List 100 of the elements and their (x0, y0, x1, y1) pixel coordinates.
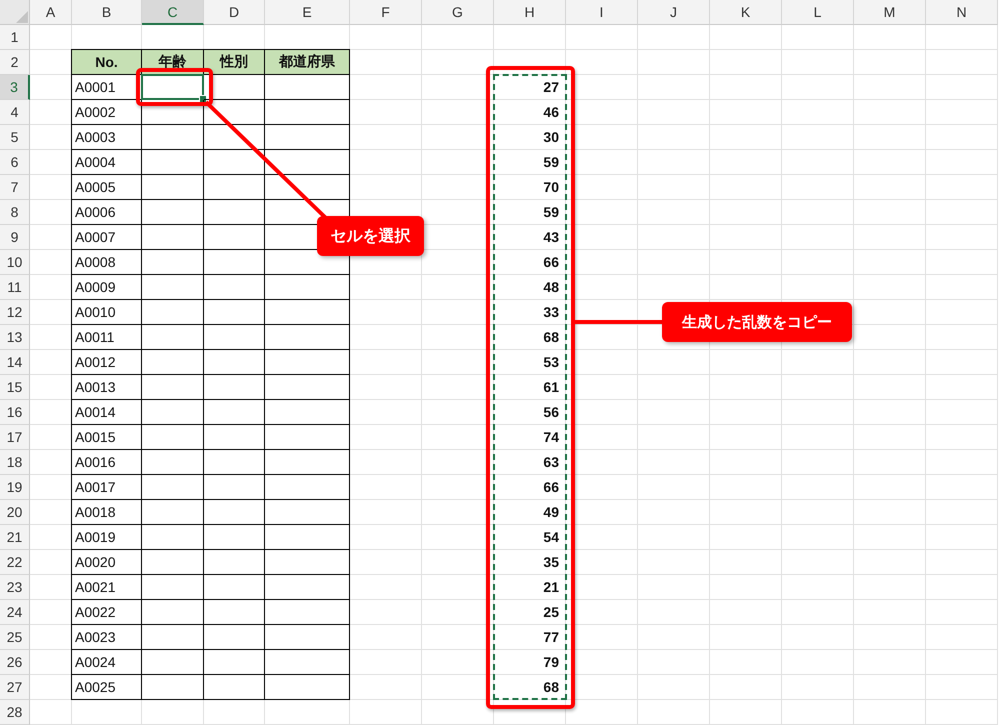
empty-cell[interactable] (142, 575, 204, 600)
empty-cell[interactable] (204, 175, 265, 200)
row-header[interactable]: 23 (0, 575, 30, 600)
row-header[interactable]: 13 (0, 325, 30, 350)
row-header[interactable]: 27 (0, 675, 30, 700)
row-header[interactable]: 8 (0, 200, 30, 225)
empty-cell[interactable] (142, 550, 204, 575)
empty-cell[interactable] (204, 425, 265, 450)
empty-cell[interactable] (142, 475, 204, 500)
column-header[interactable]: N (926, 0, 998, 25)
empty-cell[interactable] (265, 600, 350, 625)
empty-cell[interactable] (142, 225, 204, 250)
empty-cell[interactable] (204, 250, 265, 275)
empty-cell[interactable] (142, 375, 204, 400)
empty-cell[interactable] (204, 375, 265, 400)
row-header[interactable]: 15 (0, 375, 30, 400)
empty-cell[interactable] (204, 325, 265, 350)
column-header[interactable]: H (494, 0, 566, 25)
empty-cell[interactable] (265, 125, 350, 150)
empty-cell[interactable] (204, 525, 265, 550)
column-header[interactable]: D (204, 0, 265, 25)
empty-cell[interactable] (204, 300, 265, 325)
empty-cell[interactable] (204, 150, 265, 175)
empty-cell[interactable] (265, 100, 350, 125)
empty-cell[interactable] (265, 150, 350, 175)
empty-cell[interactable] (142, 600, 204, 625)
empty-cell[interactable] (204, 675, 265, 700)
active-cell[interactable] (142, 75, 204, 100)
column-header[interactable]: C (142, 0, 204, 25)
empty-cell[interactable] (265, 425, 350, 450)
empty-cell[interactable] (204, 125, 265, 150)
column-header[interactable]: L (782, 0, 854, 25)
empty-cell[interactable] (204, 350, 265, 375)
row-header[interactable]: 25 (0, 625, 30, 650)
column-header[interactable]: A (30, 0, 72, 25)
empty-cell[interactable] (265, 575, 350, 600)
column-header[interactable]: E (265, 0, 350, 25)
empty-cell[interactable] (204, 225, 265, 250)
empty-cell[interactable] (142, 525, 204, 550)
column-header[interactable]: I (566, 0, 638, 25)
empty-cell[interactable] (265, 350, 350, 375)
row-header[interactable]: 9 (0, 225, 30, 250)
empty-cell[interactable] (265, 625, 350, 650)
empty-cell[interactable] (265, 325, 350, 350)
empty-cell[interactable] (265, 300, 350, 325)
row-header[interactable]: 28 (0, 700, 30, 725)
row-header[interactable]: 24 (0, 600, 30, 625)
row-header[interactable]: 20 (0, 500, 30, 525)
empty-cell[interactable] (142, 125, 204, 150)
empty-cell[interactable] (204, 450, 265, 475)
empty-cell[interactable] (204, 650, 265, 675)
empty-cell[interactable] (142, 150, 204, 175)
column-header[interactable]: J (638, 0, 710, 25)
empty-cell[interactable] (204, 275, 265, 300)
row-header[interactable]: 14 (0, 350, 30, 375)
empty-cell[interactable] (265, 525, 350, 550)
row-header[interactable]: 6 (0, 150, 30, 175)
empty-cell[interactable] (142, 325, 204, 350)
empty-cell[interactable] (142, 275, 204, 300)
row-header[interactable]: 5 (0, 125, 30, 150)
row-header[interactable]: 18 (0, 450, 30, 475)
empty-cell[interactable] (142, 650, 204, 675)
empty-cell[interactable] (265, 75, 350, 100)
row-header[interactable]: 26 (0, 650, 30, 675)
column-header[interactable]: B (72, 0, 142, 25)
empty-cell[interactable] (142, 425, 204, 450)
empty-cell[interactable] (204, 550, 265, 575)
column-header[interactable]: M (854, 0, 926, 25)
row-header[interactable]: 16 (0, 400, 30, 425)
empty-cell[interactable] (265, 375, 350, 400)
empty-cell[interactable] (142, 350, 204, 375)
row-header[interactable]: 1 (0, 25, 30, 50)
empty-cell[interactable] (204, 625, 265, 650)
row-header[interactable]: 22 (0, 550, 30, 575)
empty-cell[interactable] (142, 250, 204, 275)
empty-cell[interactable] (204, 100, 265, 125)
empty-cell[interactable] (142, 200, 204, 225)
empty-cell[interactable] (204, 475, 265, 500)
empty-cell[interactable] (142, 675, 204, 700)
row-header[interactable]: 12 (0, 300, 30, 325)
empty-cell[interactable] (142, 175, 204, 200)
empty-cell[interactable] (204, 500, 265, 525)
empty-cell[interactable] (142, 400, 204, 425)
column-header[interactable]: F (350, 0, 422, 25)
empty-cell[interactable] (142, 300, 204, 325)
column-header[interactable]: G (422, 0, 494, 25)
column-header[interactable]: K (710, 0, 782, 25)
empty-cell[interactable] (204, 400, 265, 425)
row-header[interactable]: 2 (0, 50, 30, 75)
row-header[interactable]: 3 (0, 75, 30, 100)
row-header[interactable]: 19 (0, 475, 30, 500)
empty-cell[interactable] (265, 450, 350, 475)
select-all-corner[interactable] (0, 0, 30, 25)
empty-cell[interactable] (142, 500, 204, 525)
empty-cell[interactable] (265, 175, 350, 200)
empty-cell[interactable] (142, 625, 204, 650)
row-header[interactable]: 21 (0, 525, 30, 550)
empty-cell[interactable] (265, 400, 350, 425)
empty-cell[interactable] (265, 650, 350, 675)
empty-cell[interactable] (204, 200, 265, 225)
